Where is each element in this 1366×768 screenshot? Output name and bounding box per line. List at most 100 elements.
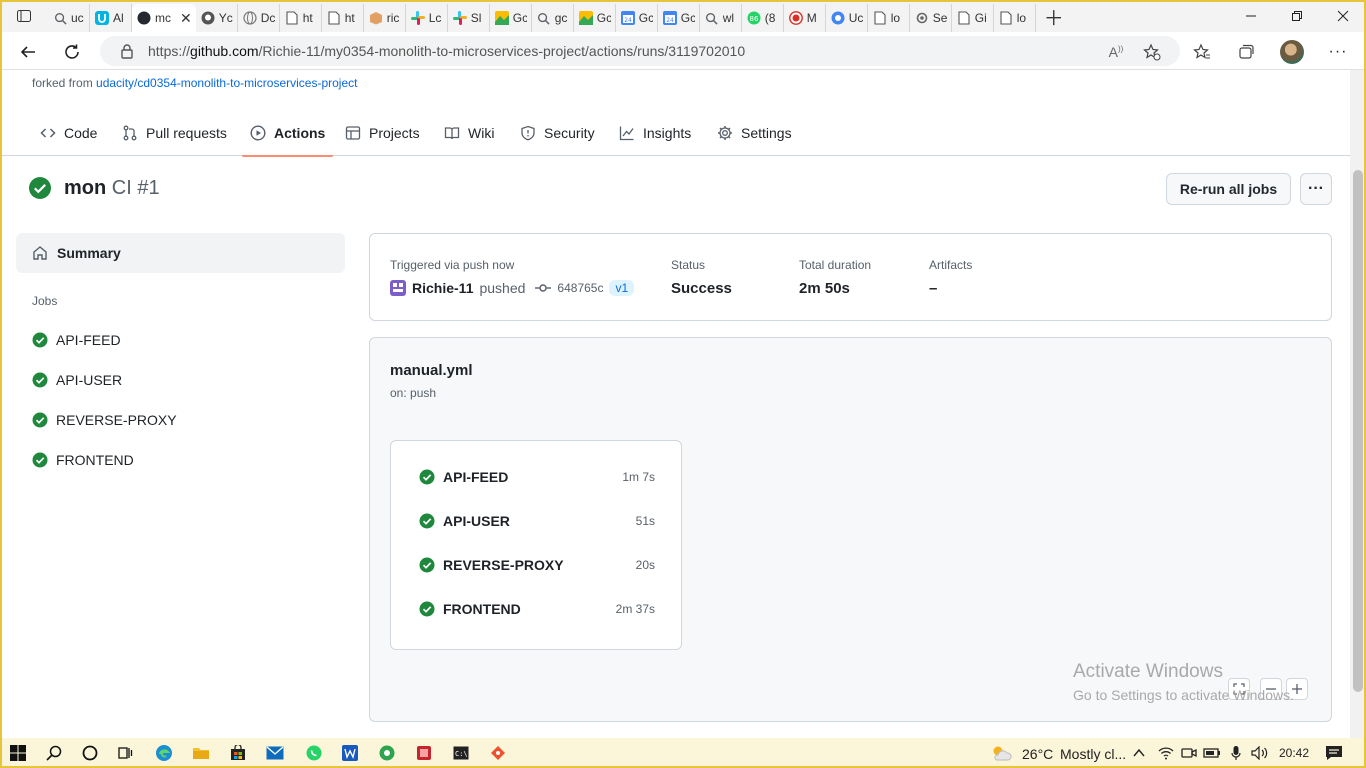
workflow-file[interactable]: manual.yml xyxy=(390,362,473,379)
back-button[interactable] xyxy=(14,38,42,66)
microphone-tray-icon[interactable] xyxy=(1226,741,1246,765)
graph-job-api-feed[interactable]: API-FEED 1m 7s xyxy=(419,469,655,485)
start-button[interactable] xyxy=(6,741,30,765)
watermark-title: Activate Windows xyxy=(1073,661,1223,682)
minimize-button[interactable] xyxy=(1228,0,1274,32)
store-icon xyxy=(231,745,245,760)
browser-tab[interactable]: Dc xyxy=(238,4,280,32)
browser-tab[interactable]: ht xyxy=(322,4,364,32)
graph-job-frontend[interactable]: FRONTEND 2m 37s xyxy=(419,601,655,617)
taskbar-word[interactable] xyxy=(338,741,362,765)
favorites-button[interactable] xyxy=(1188,38,1216,66)
network-tray-icon[interactable] xyxy=(1156,741,1176,765)
tab-title: Gc xyxy=(638,11,653,25)
tab-pull-requests[interactable]: Pull requests xyxy=(122,110,227,156)
browser-tab[interactable]: 24 Gc xyxy=(658,4,700,32)
graph-job-name: FRONTEND xyxy=(443,601,521,617)
page-icon xyxy=(956,10,972,26)
restore-button[interactable] xyxy=(1274,0,1320,32)
browser-tab[interactable]: Gi xyxy=(952,4,994,32)
cortana-button[interactable] xyxy=(78,741,102,765)
close-window-button[interactable] xyxy=(1320,0,1366,32)
read-aloud-button[interactable]: A)) xyxy=(1102,38,1130,66)
taskbar-red-app[interactable] xyxy=(412,741,436,765)
show-hidden-icons-button[interactable] xyxy=(1130,741,1148,765)
browser-tab[interactable]: uc xyxy=(48,4,90,32)
tab-insights[interactable]: Insights xyxy=(619,110,691,156)
address-bar[interactable]: https://github.com/Richie-11/my0354-mono… xyxy=(100,36,1180,66)
browser-tab[interactable]: 86 (8 xyxy=(742,4,784,32)
taskbar-file-explorer[interactable] xyxy=(189,741,213,765)
sidebar-job-frontend[interactable]: FRONTEND xyxy=(32,452,134,468)
browser-tab[interactable]: Uc xyxy=(826,4,868,32)
sidebar-job-reverse-proxy[interactable]: REVERSE-PROXY xyxy=(32,412,177,428)
browser-tab[interactable]: Yc xyxy=(196,4,238,32)
browser-tab[interactable]: Sl xyxy=(448,4,490,32)
taskbar-search-button[interactable] xyxy=(42,741,66,765)
add-favorite-button[interactable] xyxy=(1138,38,1166,66)
tab-code[interactable]: Code xyxy=(40,110,97,156)
summary-link[interactable]: Summary xyxy=(16,233,345,273)
new-tab-button[interactable]: ＋ xyxy=(1036,0,1072,32)
browser-tab[interactable]: Gc xyxy=(490,4,532,32)
commit-sha[interactable]: 648765c xyxy=(557,281,603,295)
taskbar-edge[interactable] xyxy=(152,741,176,765)
microphone-icon xyxy=(1231,746,1241,760)
browser-tab[interactable]: lo xyxy=(868,4,910,32)
rerun-all-jobs-button[interactable]: Re-run all jobs xyxy=(1166,173,1291,205)
run-more-button[interactable]: ··· xyxy=(1300,173,1332,205)
close-tab-icon[interactable]: ✕ xyxy=(180,10,192,27)
star-add-icon xyxy=(1143,43,1161,61)
refresh-button[interactable] xyxy=(58,38,86,66)
tab-security[interactable]: Security xyxy=(520,110,595,156)
whatsapp-icon xyxy=(306,745,322,761)
check-circle-icon xyxy=(29,177,51,199)
taskbar-whatsapp[interactable] xyxy=(302,741,326,765)
taskbar-store[interactable] xyxy=(226,741,250,765)
browser-menu-button[interactable]: ··· xyxy=(1324,38,1352,66)
browser-tab[interactable]: lo xyxy=(994,4,1036,32)
actor-name[interactable]: Richie-11 xyxy=(412,280,473,296)
sidebar-job-api-user[interactable]: API-USER xyxy=(32,372,122,388)
notifications-button[interactable] xyxy=(1322,741,1346,765)
clock[interactable]: 20:42 xyxy=(1279,746,1309,760)
taskbar-git-app[interactable] xyxy=(486,741,510,765)
tab-projects[interactable]: Projects xyxy=(345,110,420,156)
tab-actions[interactable]: Actions xyxy=(241,110,334,157)
browser-tab[interactable]: gc xyxy=(532,4,574,32)
forked-repo-link[interactable]: udacity/cd0354-monolith-to-microservices… xyxy=(96,76,357,90)
browser-tab[interactable]: Se xyxy=(910,4,952,32)
profile-avatar-button[interactable] xyxy=(1278,38,1306,66)
tab-settings[interactable]: Settings xyxy=(717,110,792,156)
branch-badge[interactable]: v1 xyxy=(609,280,635,296)
tab-actions-menu-button[interactable] xyxy=(0,0,48,32)
taskbar-terminal[interactable]: C:\ xyxy=(449,741,473,765)
graph-job-api-user[interactable]: API-USER 51s xyxy=(419,513,655,529)
udacity-icon xyxy=(94,10,110,26)
collections-button[interactable] xyxy=(1232,38,1260,66)
windows-logo-icon xyxy=(10,745,26,761)
browser-tab[interactable]: M xyxy=(784,4,826,32)
browser-tab[interactable]: Al xyxy=(90,4,132,32)
browser-tab[interactable]: 24 Gc xyxy=(616,4,658,32)
weather-widget[interactable] xyxy=(988,741,1014,765)
taskbar-mail[interactable] xyxy=(263,741,287,765)
browser-tab[interactable]: ht xyxy=(280,4,322,32)
browser-tab[interactable]: wl xyxy=(700,4,742,32)
battery-tray-icon[interactable] xyxy=(1202,741,1222,765)
page-scrollbar[interactable] xyxy=(1350,70,1366,738)
sidebar-job-api-feed[interactable]: API-FEED xyxy=(32,332,121,348)
browser-tab[interactable]: Lc xyxy=(406,4,448,32)
scrollbar-thumb[interactable] xyxy=(1353,170,1363,692)
graph-job-reverse-proxy[interactable]: REVERSE-PROXY 20s xyxy=(419,557,655,573)
volume-tray-icon[interactable] xyxy=(1249,741,1271,765)
task-view-button[interactable] xyxy=(113,741,137,765)
tab-wiki[interactable]: Wiki xyxy=(444,110,494,156)
browser-tab-active[interactable]: mc ✕ xyxy=(132,4,196,32)
summary-label: Summary xyxy=(57,245,121,261)
meet-now-tray-icon[interactable] xyxy=(1179,741,1199,765)
browser-tab[interactable]: ric xyxy=(364,4,406,32)
taskbar-chrome-like[interactable] xyxy=(375,741,399,765)
browser-tab[interactable]: Gc xyxy=(574,4,616,32)
refresh-icon xyxy=(65,44,79,59)
